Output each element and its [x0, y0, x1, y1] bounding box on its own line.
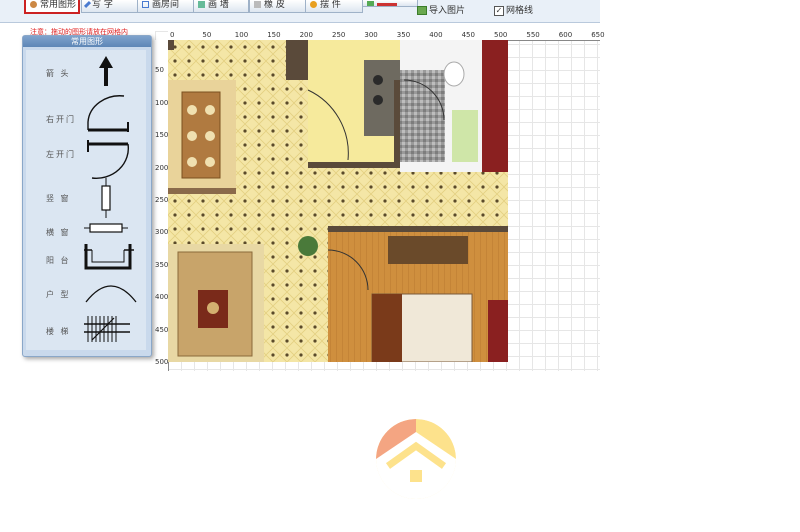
floorplan-image[interactable] [168, 40, 508, 362]
draw-room-button[interactable]: 画房间 [137, 0, 195, 13]
top-ruler-tick: 150 [267, 31, 281, 39]
left-ruler-tick: 200 [155, 163, 169, 172]
import-image-option[interactable]: 导入图片 [417, 3, 465, 16]
wall [286, 40, 308, 80]
left-ruler-tick: 250 [155, 196, 169, 204]
eraser-button[interactable]: 橡 皮 [249, 0, 307, 13]
room-icon [142, 1, 149, 8]
grid-lines-label: 网格线 [506, 6, 534, 16]
eraser-icon [254, 1, 261, 8]
top-ruler-tick: 300 [364, 31, 378, 39]
grid-lines-checkbox[interactable]: ✓ [494, 5, 504, 16]
furniture-icon [310, 1, 317, 8]
draw-wall-button[interactable]: 画 墙 [193, 0, 249, 13]
shape-label-left-door: 左开门 [46, 150, 76, 159]
write-text-label: 写 字 [92, 0, 113, 10]
vertical-window-icon[interactable] [100, 178, 112, 218]
left-ruler: 50 100 150 200 250 300 350 400 450 500 [155, 40, 169, 371]
shape-label-right-door: 右开门 [46, 115, 76, 124]
right-door-icon[interactable] [84, 92, 134, 136]
left-ruler-tick: 350 [155, 260, 169, 269]
left-ruler-tick: 100 [155, 98, 169, 107]
draw-wall-label: 画 墙 [208, 0, 229, 10]
shape-label-balcony: 阳 台 [46, 256, 71, 265]
top-ruler-tick: 650 [591, 31, 605, 39]
shape-label-arrow: 箭 头 [46, 69, 71, 78]
panel-title: 常用图形 [23, 36, 151, 47]
grid-lines-option[interactable]: ✓ 网格线 [494, 3, 533, 16]
house-logo-icon [376, 419, 456, 499]
top-ruler-tick: 550 [526, 31, 540, 39]
floorplan-arc-icon[interactable] [84, 280, 138, 304]
furniture-label: 摆 件 [320, 0, 341, 10]
left-ruler-tick: 400 [155, 293, 169, 302]
import-image-icon [417, 6, 427, 15]
top-ruler-tick: 250 [332, 31, 346, 39]
furniture-button[interactable]: 摆 件 [305, 0, 363, 13]
pen-icon [83, 0, 92, 9]
left-ruler-tick: 500 [155, 358, 169, 366]
image-tool-icon [367, 1, 374, 6]
common-shapes-button[interactable]: 常用图形 [24, 0, 80, 14]
top-ruler-tick: 500 [494, 31, 508, 39]
shapes-list: 箭 头 右开门 左开门 竖 窗 横 窗 阳 台 户 型 楼 梯 [26, 50, 146, 350]
wall-icon [198, 1, 205, 8]
eraser-label: 橡 皮 [264, 0, 285, 10]
left-ruler-tick: 450 [155, 325, 169, 334]
write-text-button[interactable]: 写 字 [81, 0, 138, 13]
common-shapes-label: 常用图形 [40, 0, 77, 10]
import-image-label: 导入图片 [429, 6, 466, 16]
shape-label-stairs: 楼 梯 [46, 327, 71, 336]
top-ruler-tick: 350 [396, 31, 411, 39]
extra-tool-button[interactable] [362, 0, 418, 7]
left-ruler-tick: 50 [155, 66, 164, 75]
arrow-up-icon[interactable] [98, 54, 114, 88]
shape-label-floorplan: 户 型 [46, 290, 71, 299]
shape-label-horizontal-window: 横 窗 [46, 228, 71, 237]
top-ruler-tick: 400 [429, 31, 443, 39]
shape-label-vertical-window: 竖 窗 [46, 194, 71, 203]
top-ruler-tick: 600 [558, 31, 573, 39]
top-ruler-tick: 100 [234, 31, 249, 39]
left-ruler-tick: 150 [155, 131, 169, 140]
extra-tool-swatch [377, 3, 397, 6]
balcony-icon[interactable] [84, 242, 134, 272]
draw-room-label: 画房间 [152, 0, 180, 10]
shapes-icon [30, 1, 37, 8]
top-ruler-tick: 450 [461, 31, 475, 39]
left-door-icon[interactable] [84, 138, 134, 182]
left-ruler-tick: 300 [155, 228, 169, 237]
top-ruler-tick: 200 [299, 31, 313, 39]
toolbar: 常用图形 写 字 画房间 画 墙 橡 皮 摆 件 导入图片 ✓ 网格线 [0, 0, 600, 23]
common-shapes-panel: 常用图形 箭 头 右开门 左开门 竖 窗 横 窗 阳 台 户 型 楼 梯 [22, 35, 152, 357]
horizontal-window-icon[interactable] [84, 222, 128, 234]
top-ruler-tick: 50 [202, 31, 212, 39]
top-ruler-tick: 0 [170, 31, 175, 39]
stairs-icon[interactable] [84, 312, 130, 346]
